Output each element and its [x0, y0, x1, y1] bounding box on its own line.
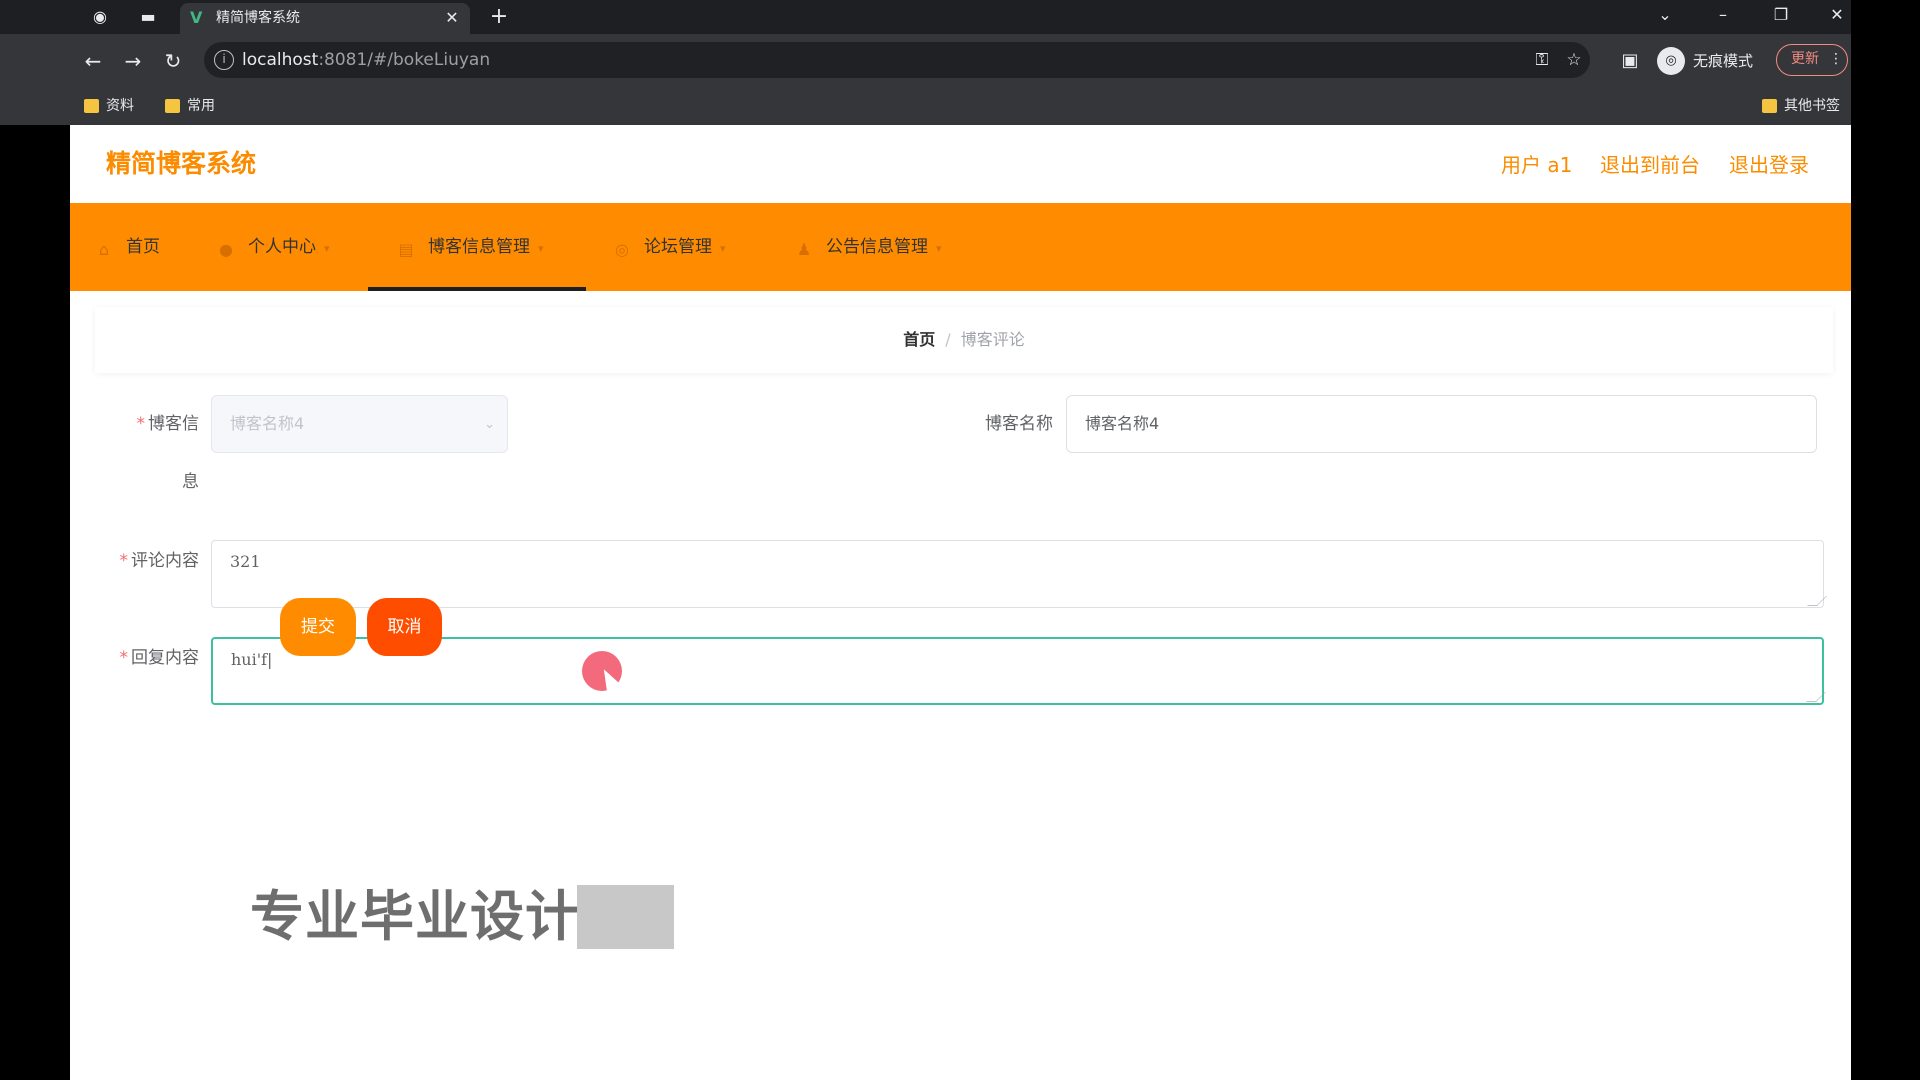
required-mark: * [119, 648, 129, 668]
bookmark-label: 资料 [106, 98, 134, 114]
update-button[interactable]: 更新 ⋮ [1776, 44, 1848, 76]
menu-item-notice[interactable]: ♟ 公告信息管理 ▾ [794, 203, 942, 291]
cancel-button[interactable]: 取消 [367, 598, 442, 656]
back-to-front-link[interactable]: 退出到前台 [1600, 151, 1700, 179]
new-tab-button[interactable]: + [486, 4, 512, 30]
browser-chrome: ◉ ▬ V 精简博客系统 ✕ + ⌄ – ❐ ✕ ← → ↻ i localho… [0, 0, 1851, 125]
vue-favicon-icon: V [190, 8, 203, 27]
tab-title: 精简博客系统 [216, 10, 300, 26]
folder-icon [165, 99, 180, 113]
user-icon: ● [219, 240, 233, 259]
reply-value: hui'f| [231, 650, 273, 669]
browser-toolbar: ← → ↻ i localhost:8081/#/bokeLiuyan ⚿ ☆ … [0, 34, 1851, 87]
submit-button[interactable]: 提交 [280, 598, 356, 656]
url-path: :8081/#/bokeLiuyan [318, 50, 491, 70]
blog-name-value: 博客名称4 [1085, 414, 1160, 433]
blog-info-label: * 博客信 [95, 412, 200, 436]
incognito-icon: ◎ [1657, 47, 1685, 75]
blog-info-label-line1: 博客信 [148, 414, 199, 434]
chevron-down-icon: ▾ [324, 242, 330, 255]
chevron-down-icon: ▾ [538, 242, 544, 255]
comment-form: * 博客信 息 博客名称4 ⌄ 博客名称 博客名称4 * 评论内容 321 * 回复内… [95, 385, 1833, 825]
bookmarks-bar: 资料 常用 其他书签 [0, 87, 1851, 125]
breadcrumb-home[interactable]: 首页 [903, 330, 935, 349]
forum-icon: ◎ [615, 240, 629, 259]
address-bar[interactable]: i localhost:8081/#/bokeLiuyan ⚿ ☆ [204, 42, 1590, 78]
side-panel-icon[interactable]: ▣ [1618, 49, 1642, 73]
key-icon[interactable]: ⚿ [1530, 48, 1554, 72]
watermark-blur-patch [577, 885, 674, 949]
tab-search-icon[interactable]: ▬ [136, 5, 160, 29]
restore-button[interactable]: ❐ [1766, 2, 1796, 28]
comment-label-text: 评论内容 [131, 551, 199, 571]
app-header: 精简博客系统 用户 a1 退出到前台 退出登录 [70, 125, 1851, 203]
chevron-down-icon: ▾ [720, 242, 726, 255]
user-link[interactable]: 用户 a1 [1501, 151, 1572, 179]
menu-label: 博客信息管理 [428, 237, 530, 257]
required-mark: * [119, 551, 129, 571]
menu-active-indicator [368, 287, 586, 291]
browser-tab[interactable]: V 精简博客系统 ✕ [180, 3, 470, 34]
breadcrumb-separator: / [945, 330, 951, 349]
menu-label: 公告信息管理 [826, 237, 928, 257]
menu-item-forum[interactable]: ◎ 论坛管理 ▾ [612, 203, 726, 291]
blog-name-input[interactable]: 博客名称4 [1066, 395, 1817, 453]
blog-name-label: 博客名称 [985, 414, 1053, 434]
bookmark-label: 其他书签 [1784, 98, 1840, 114]
logout-link[interactable]: 退出登录 [1729, 151, 1809, 179]
update-label: 更新 [1791, 51, 1819, 67]
breadcrumb-current: 博客评论 [960, 330, 1025, 349]
more-icon[interactable]: ⋮ [1829, 45, 1843, 74]
url-text[interactable]: localhost:8081/#/bokeLiuyan [242, 50, 490, 70]
chevron-down-icon: ⌄ [484, 417, 495, 432]
url-host: localhost [242, 50, 319, 70]
doc-icon: ▤ [398, 240, 414, 259]
menu-label: 论坛管理 [644, 237, 712, 257]
required-mark: * [136, 414, 146, 434]
watermark-text: 专业毕业设计 [250, 885, 580, 948]
menu-item-home[interactable]: ⌂ 首页 [94, 203, 160, 291]
comment-label: * 评论内容 [95, 549, 200, 573]
tab-list-chevron-icon[interactable]: ⌄ [1650, 2, 1680, 28]
folder-icon [1762, 99, 1777, 113]
minimize-button[interactable]: – [1708, 2, 1738, 28]
tab-bar: ◉ ▬ V 精简博客系统 ✕ + ⌄ – ❐ ✕ [0, 0, 1851, 34]
close-tab-icon[interactable]: ✕ [442, 8, 462, 28]
reply-label-text: 回复内容 [131, 648, 199, 668]
folder-icon [84, 99, 99, 113]
forward-icon[interactable]: → [118, 46, 148, 76]
blog-info-label-line2: 息 [182, 472, 199, 492]
chevron-down-icon: ▾ [936, 242, 942, 255]
bookmark-label: 常用 [187, 98, 215, 114]
bookmark-folder-changyong[interactable]: 常用 [165, 95, 215, 117]
reply-textarea[interactable]: hui'f| [211, 637, 1826, 705]
menu-item-personal-center[interactable]: ● 个人中心 ▾ [216, 203, 330, 291]
reply-label: * 回复内容 [95, 646, 200, 670]
close-window-button[interactable]: ✕ [1822, 2, 1852, 28]
breadcrumb: 首页 / 博客评论 [95, 307, 1833, 373]
app-title: 精简博客系统 [106, 149, 257, 178]
bookmark-folder-ziliao[interactable]: 资料 [84, 95, 134, 117]
incognito-label: 无痕模式 [1693, 52, 1754, 70]
back-icon[interactable]: ← [78, 46, 108, 76]
home-icon: ⌂ [98, 240, 110, 259]
resize-handle[interactable] [1806, 692, 1826, 702]
menu-label: 首页 [126, 237, 160, 257]
bookmark-folder-other[interactable]: 其他书签 [1762, 95, 1840, 117]
comment-textarea[interactable]: 321 [211, 540, 1827, 608]
blog-info-select-value: 博客名称4 [230, 414, 305, 433]
profile-icon[interactable]: ◉ [88, 5, 112, 29]
menu-label: 个人中心 [248, 237, 316, 257]
menu-item-blog-info[interactable]: ▤ 博客信息管理 ▾ [396, 203, 544, 291]
screen: ◉ ▬ V 精简博客系统 ✕ + ⌄ – ❐ ✕ ← → ↻ i localho… [0, 0, 1920, 1080]
notice-icon: ♟ [796, 240, 812, 259]
reload-icon[interactable]: ↻ [158, 46, 188, 76]
blog-info-select[interactable]: 博客名称4 ⌄ [211, 395, 508, 453]
bookmark-star-icon[interactable]: ☆ [1562, 48, 1586, 72]
incognito-indicator[interactable]: ◎ 无痕模式 [1657, 47, 1757, 75]
comment-value: 321 [230, 552, 261, 571]
site-info-icon[interactable]: i [214, 50, 234, 70]
resize-handle[interactable] [1807, 596, 1827, 606]
top-menu: ⌂ 首页 ● 个人中心 ▾ ▤ 博客信息管理 ▾ ◎ 论坛管理 ▾ ♟ 公告信息管理 ▾ [70, 203, 1851, 291]
